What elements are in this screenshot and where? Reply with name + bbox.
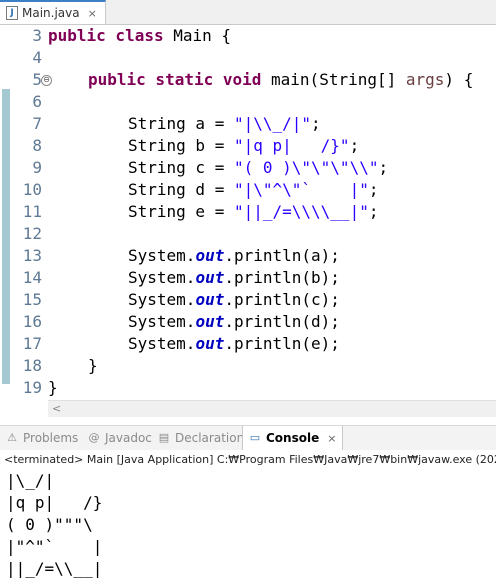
line-number: 4 bbox=[32, 48, 42, 67]
line-number: 15 bbox=[22, 290, 42, 309]
code-text: .println(d); bbox=[224, 312, 340, 331]
keyword: public class bbox=[48, 26, 164, 45]
semicolon: ; bbox=[349, 136, 360, 155]
code-text: System. bbox=[128, 312, 196, 331]
console-view[interactable]: <terminated> Main [Java Application] C:₩… bbox=[0, 450, 496, 587]
semicolon: ; bbox=[368, 202, 379, 221]
javadoc-icon: @ bbox=[88, 431, 100, 444]
java-file-icon: J bbox=[6, 6, 18, 20]
line-number: 9 bbox=[32, 158, 42, 177]
string-literal: "|\\_/|" bbox=[233, 114, 312, 133]
tab-problems[interactable]: ⚠ Problems bbox=[6, 426, 78, 450]
tab-console[interactable]: ▭ Console × bbox=[242, 426, 344, 450]
change-marker-bar bbox=[2, 89, 10, 384]
code-line-11: String e = "||_/=\\\\__|"; bbox=[128, 201, 378, 223]
line-number: 12 bbox=[22, 224, 42, 243]
code-text: String c = bbox=[128, 158, 234, 177]
tab-declaration[interactable]: ▤ Declaration bbox=[158, 426, 244, 450]
console-status: <terminated> Main [Java Application] C:₩… bbox=[4, 453, 496, 466]
tab-label: Console bbox=[266, 431, 320, 445]
line-number: 19 bbox=[22, 378, 42, 397]
code-line-7: String a = "|\\_/|"; bbox=[128, 113, 321, 135]
editor-tab-label: Main.java bbox=[22, 6, 80, 20]
string-literal: "|\"^\"` |" bbox=[233, 180, 369, 199]
console-output-line: |q p| /} bbox=[6, 493, 103, 512]
line-number: 6 bbox=[32, 92, 42, 111]
semicolon: ; bbox=[368, 180, 379, 199]
code-line-13: System.out.println(a); bbox=[128, 245, 340, 267]
scroll-left-icon[interactable]: < bbox=[52, 401, 61, 417]
line-number: 11 bbox=[22, 202, 42, 221]
static-field: out bbox=[195, 290, 225, 309]
horizontal-scrollbar[interactable]: < bbox=[48, 400, 496, 417]
code-text: ) { bbox=[444, 70, 474, 89]
console-output-line: ( 0 )"""\ bbox=[6, 515, 93, 534]
string-literal: "|q p| /}" bbox=[233, 136, 350, 155]
code-text: .println(b); bbox=[224, 268, 340, 287]
semicolon: ; bbox=[311, 114, 321, 133]
declaration-icon: ▤ bbox=[158, 431, 170, 444]
editor-tab-bar: J Main.java × bbox=[0, 0, 496, 25]
code-line-3: public class Main { bbox=[48, 25, 231, 47]
code-text: System. bbox=[128, 268, 196, 287]
line-number: 13 bbox=[22, 246, 42, 265]
code-text: main(String[] bbox=[261, 70, 406, 89]
fold-collapse-icon[interactable]: ⊖ bbox=[41, 75, 52, 86]
tab-label: Javadoc bbox=[105, 431, 152, 445]
code-text: .println(a); bbox=[224, 246, 340, 265]
code-line-16: System.out.println(d); bbox=[128, 311, 340, 333]
problems-icon: ⚠ bbox=[7, 431, 17, 444]
code-text: String e = bbox=[128, 202, 234, 221]
close-icon[interactable]: × bbox=[88, 7, 97, 20]
code-text: System. bbox=[128, 334, 196, 353]
keyword: public static void bbox=[88, 70, 262, 89]
static-field: out bbox=[195, 268, 225, 287]
line-number: 8 bbox=[32, 136, 42, 155]
code-line-14: System.out.println(b); bbox=[128, 267, 340, 289]
static-field: out bbox=[195, 246, 225, 265]
line-number: 18 bbox=[22, 356, 42, 375]
code-line-10: String d = "|\"^\"` |"; bbox=[128, 179, 378, 201]
line-number: 3 bbox=[32, 26, 42, 45]
code-line-5: public static void main(String[] args) { bbox=[88, 69, 473, 91]
code-text: String d = bbox=[128, 180, 234, 199]
line-number: 5 bbox=[32, 70, 42, 89]
code-editor[interactable]: 3 4 5 6 7 8 9 10 11 12 13 14 15 16 17 18… bbox=[0, 25, 496, 417]
code-text: System. bbox=[128, 246, 196, 265]
tab-label: Declaration bbox=[175, 431, 245, 445]
code-text: String b = bbox=[128, 136, 234, 155]
code-line-19: } bbox=[48, 378, 58, 397]
console-output-line: |\_/| bbox=[6, 471, 55, 490]
code-line-15: System.out.println(c); bbox=[128, 289, 340, 311]
parameter: args bbox=[405, 70, 445, 89]
code-line-9: String c = "( 0 )\"\"\"\\"; bbox=[128, 157, 388, 179]
code-text: String a = bbox=[128, 114, 234, 133]
console-output-line: |"^"` | bbox=[6, 537, 103, 556]
code-line-18: } bbox=[88, 356, 98, 375]
code-text: System. bbox=[128, 290, 196, 309]
console-icon: ▭ bbox=[249, 431, 261, 444]
string-literal: "||_/=\\\\__|" bbox=[233, 202, 369, 221]
close-icon[interactable]: × bbox=[327, 432, 336, 445]
static-field: out bbox=[195, 312, 225, 331]
code-line-17: System.out.println(e); bbox=[128, 333, 340, 355]
editor-tab-main-java[interactable]: J Main.java × bbox=[0, 0, 106, 24]
line-number: 16 bbox=[22, 312, 42, 331]
static-field: out bbox=[195, 334, 225, 353]
semicolon: ; bbox=[378, 158, 389, 177]
code-line-8: String b = "|q p| /}"; bbox=[128, 135, 359, 157]
line-number: 14 bbox=[22, 268, 42, 287]
console-output-line: ||_/=\\__| bbox=[6, 559, 103, 578]
code-text: Main { bbox=[163, 26, 232, 45]
views-tab-bar: ⚠ Problems @ Javadoc ▤ Declaration ▭ Con… bbox=[0, 425, 496, 451]
code-text: .println(c); bbox=[224, 290, 340, 309]
line-number: 10 bbox=[22, 180, 42, 199]
code-text: .println(e); bbox=[224, 334, 340, 353]
line-number: 17 bbox=[22, 334, 42, 353]
tab-label: Problems bbox=[23, 431, 79, 445]
string-literal: "( 0 )\"\"\"\\" bbox=[233, 158, 379, 177]
line-number: 7 bbox=[32, 114, 42, 133]
tab-javadoc[interactable]: @ Javadoc bbox=[88, 426, 152, 450]
